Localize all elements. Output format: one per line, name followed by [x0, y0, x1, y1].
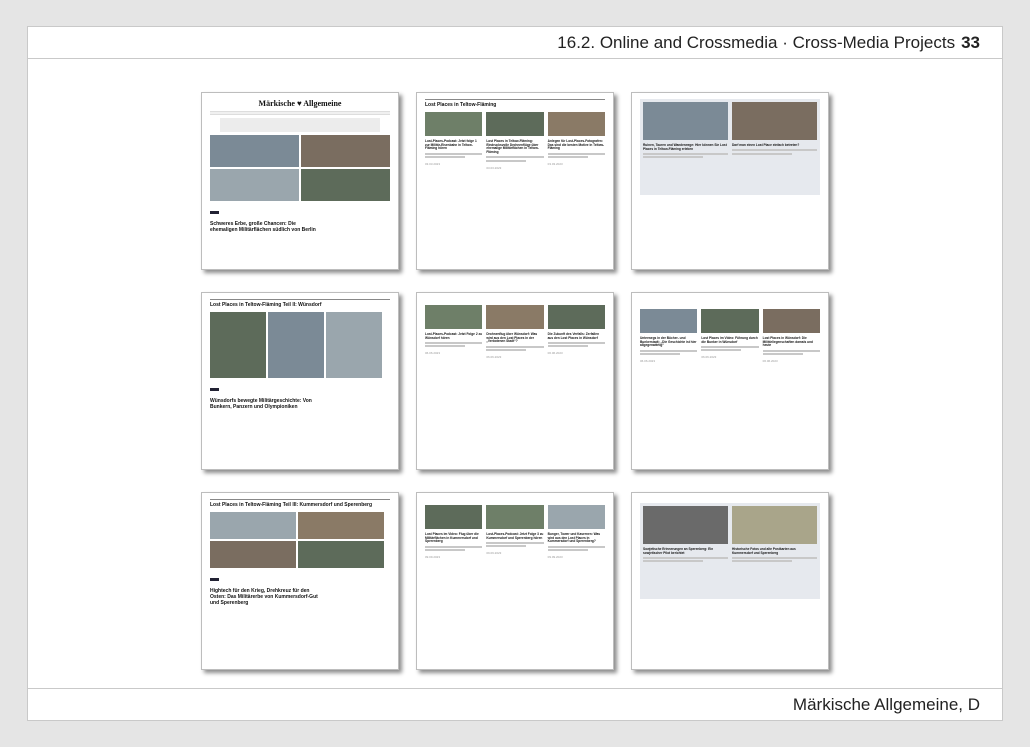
article-title: Die Zukunft des Verfalls: Zerfallen aus …	[547, 332, 600, 340]
photo	[210, 169, 299, 201]
page-footer: Märkische Allgemeine, D	[28, 688, 1002, 720]
headline: Wünsdorfs bewegte Militärgeschichte: Von…	[210, 398, 312, 410]
page-header: 16.2. Online and Crossmedia · Cross-Medi…	[28, 27, 1002, 59]
photo	[301, 169, 390, 201]
series-title: Lost Places in Teltow-Fläming Teil II: W…	[210, 299, 390, 308]
article-title: Lost-Places-Podcast: Jetzt Folge 3 zu Ku…	[486, 532, 544, 540]
screenshot-grid: Märkische ♥ Allgemeine Schweres Erbe, gr…	[201, 92, 831, 670]
photo	[210, 135, 299, 167]
web-page-thumbnail-4: Lost Places in Teltow-Fläming Teil II: W…	[201, 292, 399, 470]
series-title: Lost Places in Teltow-Fläming Teil III: …	[210, 499, 390, 508]
article-title: Historische Fotos und alte Postkarten au…	[732, 547, 796, 555]
newspaper-logo: Märkische ♥ Allgemeine	[258, 99, 342, 108]
nav-bar	[210, 111, 390, 115]
article-title: Lost-Places-Podcast: Jetzt folge 1 zur M…	[425, 139, 477, 151]
article-title: Lost Places im Video: Flug über die Mili…	[425, 532, 479, 544]
web-page-thumbnail-2: Lost Places in Teltow-Fläming Lost-Place…	[416, 92, 614, 270]
article-title: Drohnenflug über Wünsdorf: Was wird aus …	[486, 332, 538, 344]
headline: Schweres Erbe, große Chancen: Die ehemal…	[210, 221, 316, 233]
article-title: Sowjetische Erinnerungen an Sperenberg: …	[643, 547, 714, 555]
document-page: 16.2. Online and Crossmedia · Cross-Medi…	[27, 26, 1003, 721]
web-page-thumbnail-8: Lost Places im Video: Flug über die Mili…	[416, 492, 614, 670]
article-title: Ruinen, Tauren und Wanderwege: Hier könn…	[643, 143, 727, 151]
web-page-thumbnail-1: Märkische ♥ Allgemeine Schweres Erbe, gr…	[201, 92, 399, 270]
web-page-thumbnail-7: Lost Places in Teltow-Fläming Teil III: …	[201, 492, 399, 670]
article-title: Lost Places in Teltow-Fläming: Eindrucks…	[486, 139, 539, 155]
photo	[301, 135, 390, 167]
article-title: Bunger, Tower und Kasernen: Was wird aus…	[547, 532, 601, 544]
web-page-thumbnail-6: Unterwegs in der Bücher- und Bunkerstadt…	[631, 292, 829, 470]
series-title: Lost Places in Teltow-Fläming	[425, 99, 605, 108]
article-title: Darf man einen Lost Place einfach betret…	[732, 143, 800, 147]
web-page-thumbnail-3: Ruinen, Tauren und Wanderwege: Hier könn…	[631, 92, 829, 270]
headline: Hightech für den Krieg, Drehkreuz für de…	[210, 588, 318, 606]
article-title: Lost Places in Wünsdorf: Die Militärlieg…	[762, 336, 813, 348]
article-title: Anlegen für Lost-Places-Fotografen: Das …	[547, 139, 605, 151]
web-page-thumbnail-9: Sowjetische Erinnerungen an Sperenberg: …	[631, 492, 829, 670]
section-title: 16.2. Online and Crossmedia · Cross-Medi…	[557, 32, 956, 52]
figure-caption: Märkische Allgemeine, D	[792, 694, 980, 714]
page-number: 33	[961, 32, 980, 52]
article-title: Lost-Places-Podcast: Jetzt Folge 2 zu Wü…	[425, 332, 483, 340]
web-page-thumbnail-5: Lost-Places-Podcast: Jetzt Folge 2 zu Wü…	[416, 292, 614, 470]
article-title: Lost Places im Video: Führung durch die …	[701, 336, 758, 344]
ad-banner	[220, 118, 380, 132]
article-title: Unterwegs in der Bücher- und Bunkerstadt…	[640, 336, 697, 348]
